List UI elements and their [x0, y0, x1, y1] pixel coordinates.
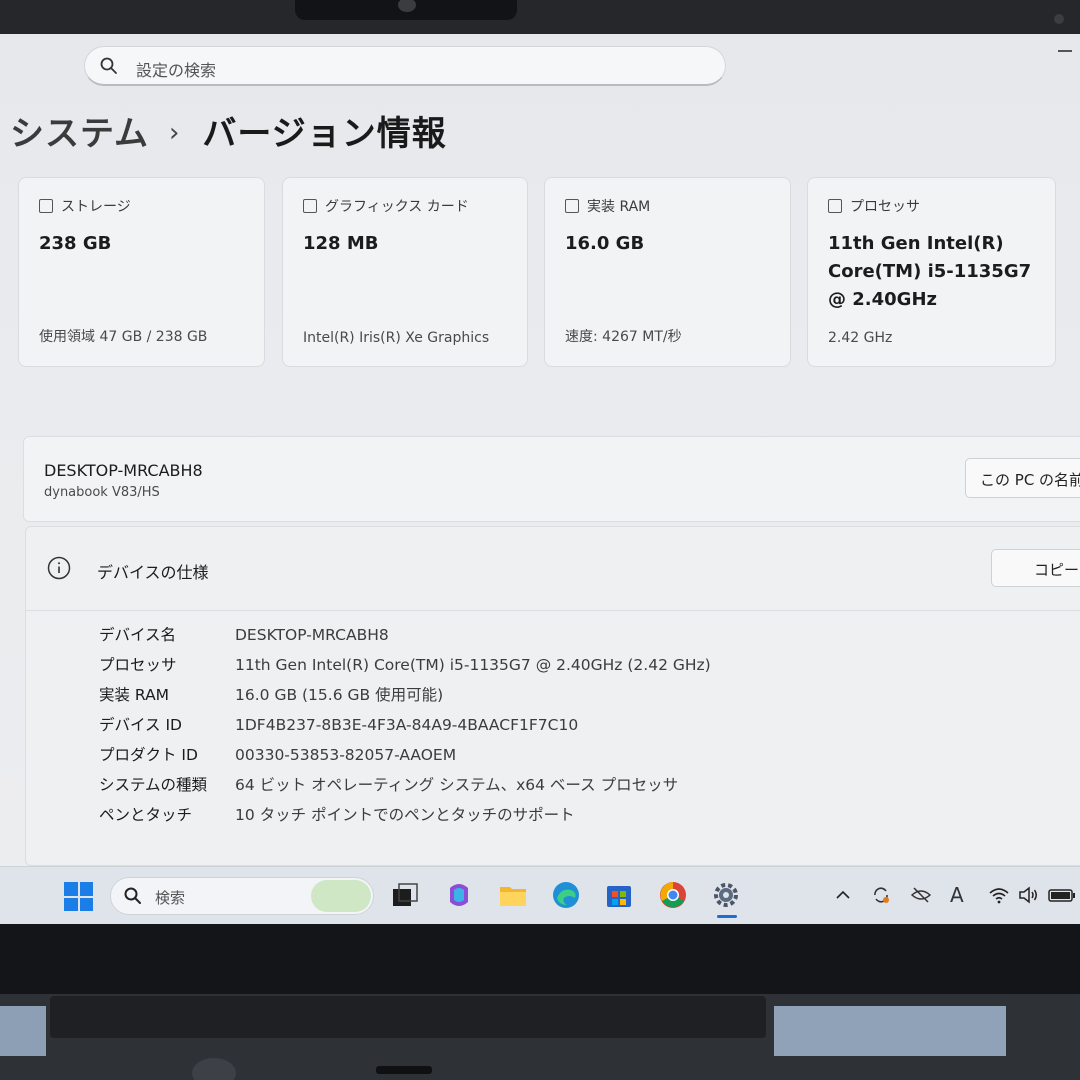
breadcrumb-current: バージョン情報: [202, 114, 447, 154]
settings-icon[interactable]: [711, 880, 741, 910]
bezel-sensor: [1054, 14, 1064, 24]
card-sub: 2.42 GHz: [828, 330, 893, 346]
graphics-card[interactable]: グラフィックス カード 128 MB Intel(R) Iris(R) Xe G…: [282, 177, 528, 367]
keyboard-slot: [376, 1066, 432, 1074]
edge-icon[interactable]: [551, 880, 581, 910]
active-app-indicator: [717, 915, 737, 918]
chevron-up-icon[interactable]: [832, 884, 854, 906]
processor-icon: [828, 199, 842, 213]
spec-row: デバイス ID 1DF4B237-8B3E-4F3A-84A9-4BAACF1F7…: [99, 713, 711, 743]
settings-window: 設定の検索 システム › バージョン情報 ストレージ 238 GB 使用領域 47 …: [0, 34, 1080, 866]
rename-pc-button[interactable]: この PC の名前: [965, 458, 1080, 498]
card-label: ストレージ: [61, 199, 131, 215]
spec-key: 実装 RAM: [99, 686, 170, 704]
ram-card[interactable]: 実装 RAM 16.0 GB 速度: 4267 MT/秒: [544, 177, 791, 367]
wifi-icon[interactable]: [988, 884, 1010, 906]
m365-copilot-icon[interactable]: [444, 880, 474, 910]
sync-icon[interactable]: [870, 884, 892, 906]
start-button[interactable]: [64, 882, 93, 911]
search-icon: [124, 887, 141, 904]
pc-model: dynabook V83/HS: [44, 485, 160, 500]
power-knob: [192, 1058, 236, 1080]
search-placeholder: 設定の検索: [136, 61, 217, 80]
settings-search-input[interactable]: 設定の検索: [84, 46, 726, 86]
spec-value: 00330-53853-82057-AAOEM: [235, 746, 457, 764]
card-sub: Intel(R) Iris(R) Xe Graphics: [303, 330, 490, 346]
minimize-button[interactable]: [1058, 50, 1072, 52]
spec-row: デバイス名 DESKTOP-MRCABH8: [99, 623, 711, 653]
search-highlight-image: [311, 880, 371, 912]
spec-key: プロセッサ: [99, 656, 177, 674]
hinge-bar: [50, 996, 766, 1038]
spec-row: ペンとタッチ 10 タッチ ポイントでのペンとタッチのサポート: [99, 803, 711, 833]
page-title: システム › バージョン情報: [10, 106, 447, 155]
eye-off-icon[interactable]: [910, 884, 932, 906]
file-explorer-icon[interactable]: [498, 880, 528, 910]
card-value: 16.0 GB: [565, 233, 645, 254]
card-value: 128 MB: [303, 233, 379, 254]
ime-indicator[interactable]: A: [950, 884, 972, 906]
card-value: 11th Gen Intel(R) Core(TM) i5-1135G7 @ 2…: [828, 233, 1032, 310]
device-specs-header[interactable]: デバイスの仕様 コピー: [26, 527, 1080, 611]
start-logo-tile: [79, 882, 93, 896]
card-sub: 速度: 4267 MT/秒: [565, 329, 682, 345]
spec-row: プロダクト ID 00330-53853-82057-AAOEM: [99, 743, 711, 773]
spec-row: 実装 RAM 16.0 GB (15.6 GB 使用可能): [99, 683, 711, 713]
spec-value: DESKTOP-MRCABH8: [235, 626, 389, 644]
taskbar-search-placeholder: 検索: [155, 889, 186, 907]
card-header: グラフィックス カード: [303, 196, 469, 216]
taskbar: 検索 A: [0, 866, 1080, 924]
laptop-bezel-top: [0, 0, 1080, 34]
spec-row: システムの種類 64 ビット オペレーティング システム、x64 ベース プロセッ…: [99, 773, 711, 803]
spec-rows: デバイス名 DESKTOP-MRCABH8 プロセッサ 11th Gen Intel…: [99, 623, 711, 833]
card-header: プロセッサ: [828, 196, 920, 216]
info-icon: [47, 556, 71, 580]
spec-key: システムの種類: [99, 776, 208, 794]
graphics-card-icon: [303, 199, 317, 213]
card-label: プロセッサ: [850, 199, 920, 215]
storage-icon: [39, 199, 53, 213]
spec-row: プロセッサ 11th Gen Intel(R) Core(TM) i5-1135G…: [99, 653, 711, 683]
spec-value: 11th Gen Intel(R) Core(TM) i5-1135G7 @ 2…: [235, 656, 711, 674]
start-logo-tile: [79, 897, 93, 911]
card-label: 実装 RAM: [587, 199, 651, 215]
card-sub: 使用領域 47 GB / 238 GB: [39, 329, 208, 345]
card-value: 238 GB: [39, 233, 112, 254]
spec-key: デバイス ID: [99, 716, 182, 734]
breadcrumb-system[interactable]: システム: [10, 114, 149, 154]
spec-key: ペンとタッチ: [99, 806, 193, 824]
device-specs-panel: デバイスの仕様 コピー デバイス名 DESKTOP-MRCABH8 プロセッサ 11…: [25, 526, 1080, 866]
task-view-icon[interactable]: [390, 880, 420, 910]
spec-value: 10 タッチ ポイントでのペンとタッチのサポート: [235, 806, 575, 824]
card-label: グラフィックス カード: [325, 199, 469, 215]
start-logo-tile: [64, 882, 78, 896]
hinge-pad-right: [774, 1006, 1006, 1056]
chrome-icon[interactable]: [658, 880, 688, 910]
chevron-right-icon: ›: [168, 118, 181, 148]
pc-name: DESKTOP-MRCABH8: [44, 461, 203, 480]
storage-card[interactable]: ストレージ 238 GB 使用領域 47 GB / 238 GB: [18, 177, 265, 367]
speaker-icon[interactable]: [1017, 884, 1039, 906]
spec-value: 16.0 GB (15.6 GB 使用可能): [235, 686, 444, 704]
spec-value: 64 ビット オペレーティング システム、x64 ベース プロセッサ: [235, 776, 679, 794]
card-header: 実装 RAM: [565, 196, 650, 216]
pc-name-panel: DESKTOP-MRCABH8 dynabook V83/HS この PC の名…: [23, 436, 1080, 522]
card-header: ストレージ: [39, 196, 131, 216]
spec-key: デバイス名: [99, 626, 177, 644]
search-icon: [100, 57, 117, 74]
taskbar-search-input[interactable]: 検索: [110, 877, 374, 915]
hinge-pad-left: [0, 1006, 46, 1056]
processor-card[interactable]: プロセッサ 11th Gen Intel(R) Core(TM) i5-1135…: [807, 177, 1056, 367]
microsoft-store-icon[interactable]: [604, 880, 634, 910]
ram-icon: [565, 199, 579, 213]
device-specs-title: デバイスの仕様: [97, 563, 209, 582]
copy-button[interactable]: コピー: [991, 549, 1080, 587]
spec-value: 1DF4B237-8B3E-4F3A-84A9-4BAACF1F7C10: [235, 716, 579, 734]
spec-key: プロダクト ID: [99, 746, 198, 764]
start-logo-tile: [64, 897, 78, 911]
battery-icon[interactable]: [1048, 884, 1076, 906]
